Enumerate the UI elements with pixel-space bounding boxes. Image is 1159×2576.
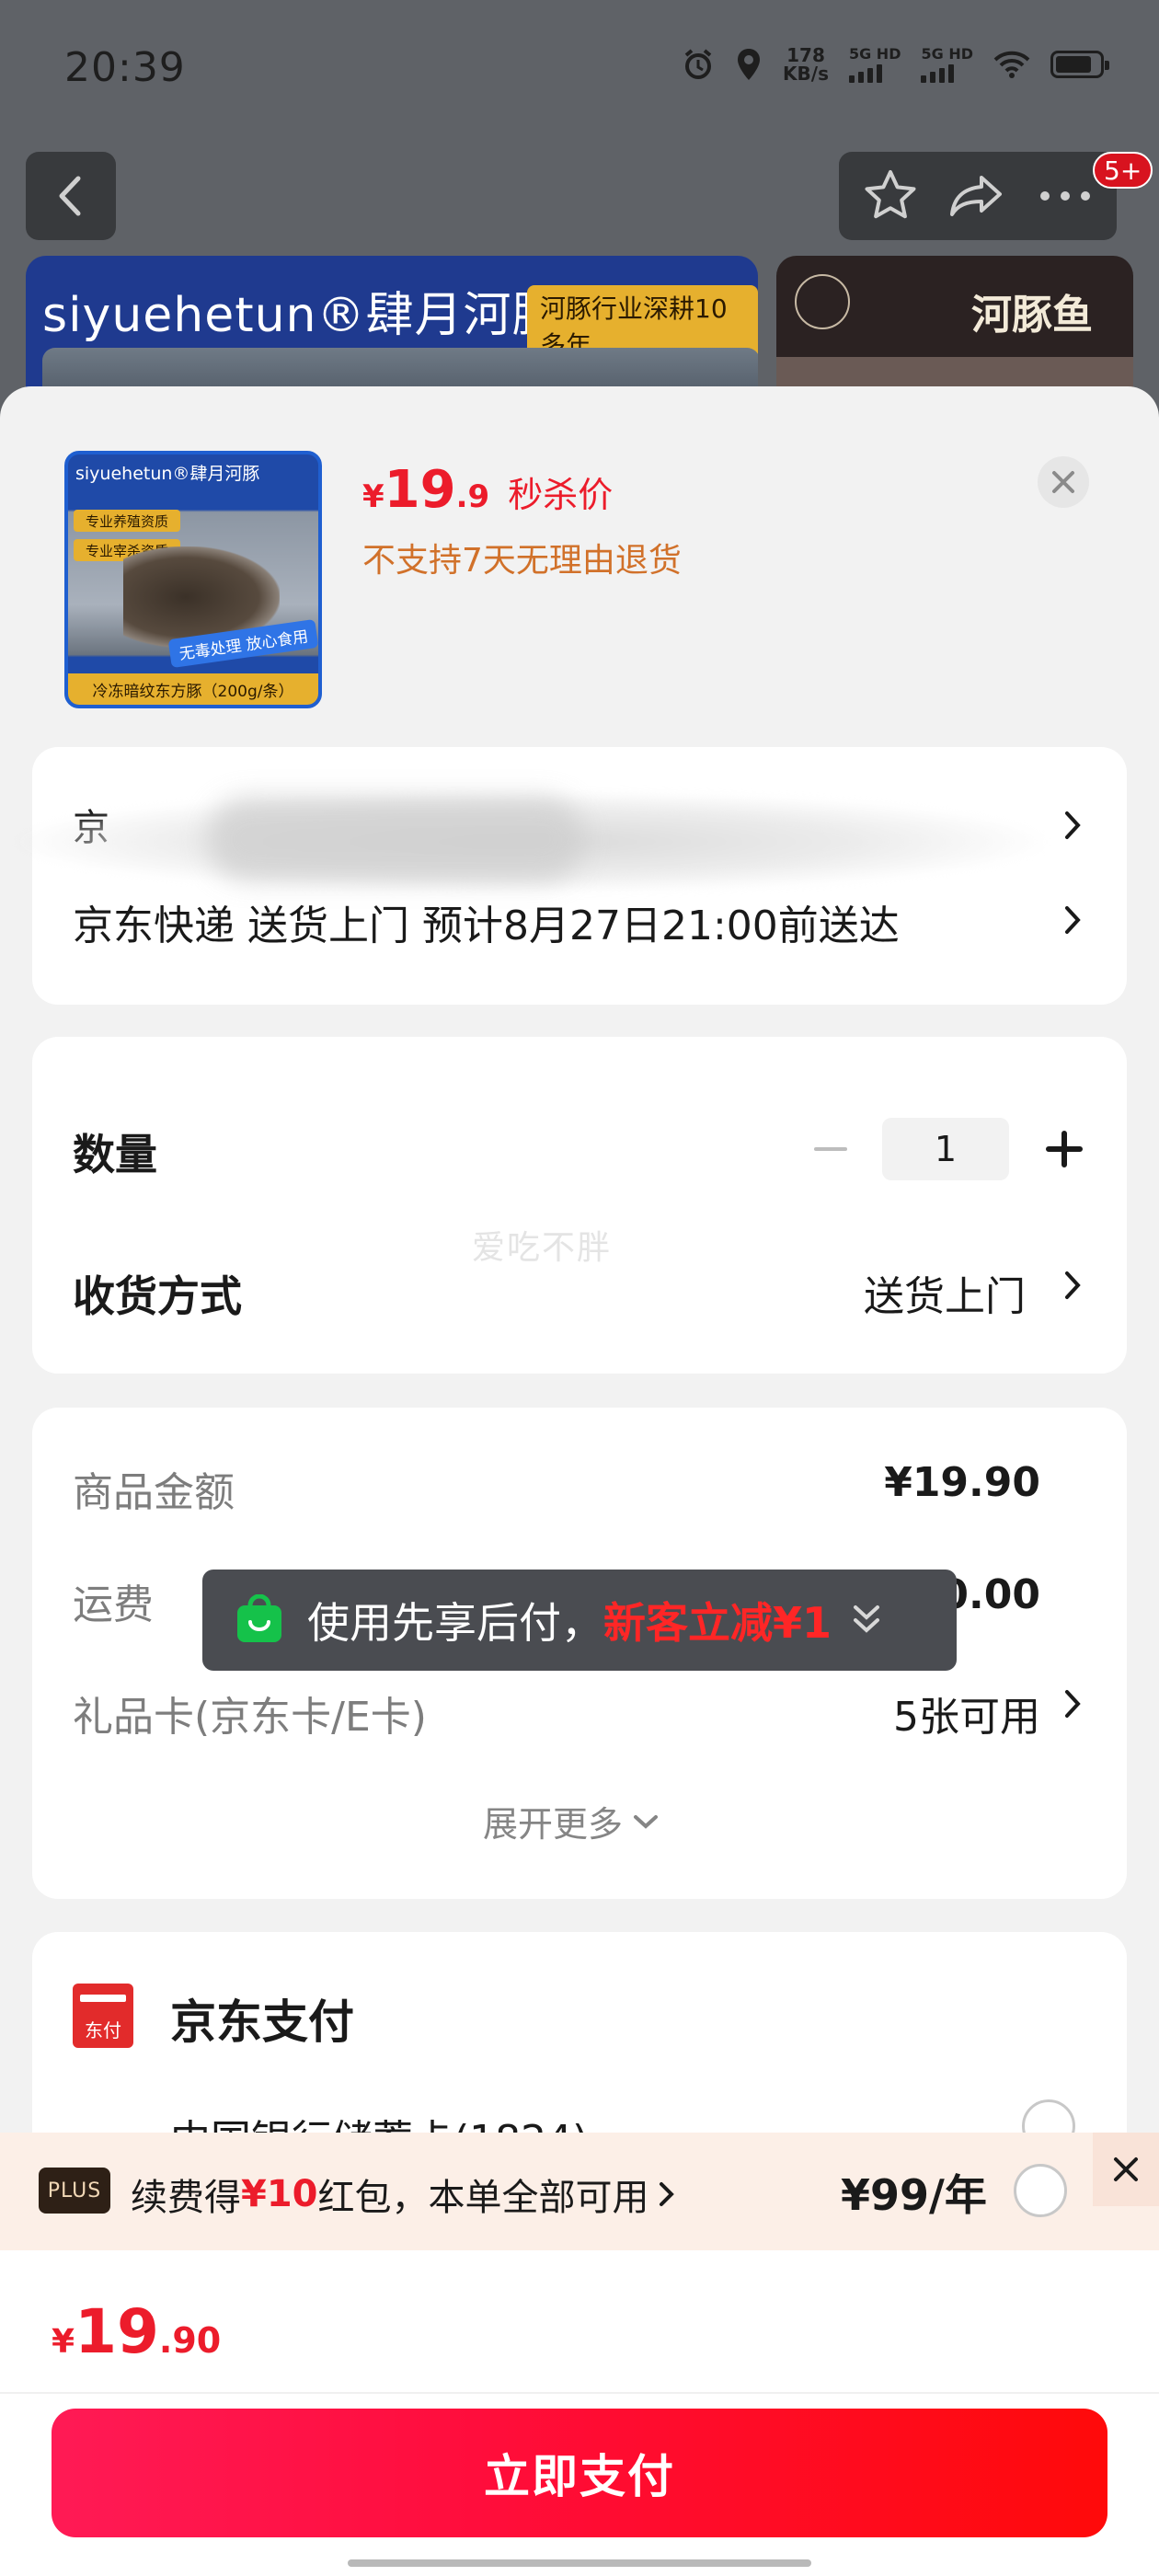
banner-brand: siyuehetun®肆月河豚 [42, 288, 561, 343]
total-price: ¥ 19 .90 [52, 2296, 222, 2367]
chevron-right-icon[interactable] [1059, 1267, 1086, 1304]
battery-icon [1050, 51, 1109, 78]
close-icon [1114, 2157, 1138, 2181]
gift-card-label: 礼品卡(京东卡/E卡) [73, 1694, 427, 1741]
more-button[interactable] [1028, 159, 1102, 233]
shopping-bag-icon [237, 1594, 281, 1642]
product-price: ¥ 19 .9 秒杀价 [362, 460, 614, 520]
product-header: siyuehetun®肆月河豚 专业养殖资质 专业宰杀资质 无毒处理 放心食用 … [0, 386, 1159, 736]
freight-label: 运费 [73, 1581, 154, 1628]
star-icon [865, 170, 916, 219]
gift-card-value[interactable]: 5张可用 [893, 1684, 1040, 1742]
goods-amount-value: ¥19.90 [884, 1459, 1040, 1506]
quantity-decrease-button[interactable] [812, 1121, 849, 1177]
chevron-left-icon [59, 176, 81, 216]
thumb-tag: 专业养殖资质 [74, 510, 180, 532]
brand-logo [795, 274, 850, 329]
options-card: 数量 1 爱吃不胖 收货方式 送货上门 [32, 1037, 1127, 1374]
status-time: 20:39 [64, 44, 186, 91]
network-speed: 178 KB/s [783, 44, 829, 85]
chevron-right-icon[interactable] [1059, 1685, 1086, 1722]
more-icon [1040, 191, 1091, 201]
home-indicator[interactable] [348, 2559, 811, 2567]
watermark: 爱吃不胖 [472, 1229, 613, 1267]
shipping-method-label: 收货方式 [73, 1271, 242, 1321]
plus-promo-bar[interactable]: PLUS 续费得 ¥10 红包，本单全部可用 ¥99/年 [0, 2133, 1159, 2250]
quantity-label: 数量 [73, 1130, 157, 1179]
return-policy: 不支持7天无理由退货 [362, 542, 682, 580]
jd-pay-icon: 东付 [73, 1984, 133, 2048]
share-icon [949, 176, 1002, 216]
minus-icon [814, 1147, 847, 1151]
address-card: 京 京东快递 送货上门 预计8月27日21:00前送达 [14, 747, 1127, 1005]
banner-title: 河豚鱼 [971, 292, 1093, 339]
status-bar: 20:39 178 KB/s 5G HD 5G HD [0, 0, 1159, 138]
shipping-method-value[interactable]: 送货上门 [864, 1263, 1026, 1322]
plus-radio[interactable] [1014, 2164, 1067, 2217]
location-icon [735, 47, 763, 82]
payment-method-name[interactable]: 京东支付 [170, 1985, 354, 2052]
favorite-button[interactable] [854, 159, 927, 233]
chevron-down-icon [634, 1814, 659, 1829]
chevron-right-icon [659, 2182, 674, 2206]
close-icon [1052, 471, 1074, 493]
plus-close-button[interactable] [1093, 2133, 1159, 2206]
toast-highlight: 新客立减¥1 [603, 1598, 832, 1648]
wifi-icon [993, 50, 1030, 79]
plus-icon [1046, 1131, 1083, 1167]
sim1-signal-icon: 5G HD [848, 46, 901, 83]
share-button[interactable] [941, 159, 1015, 233]
double-chevron-down-icon [854, 1605, 880, 1633]
product-thumbnail[interactable]: siyuehetun®肆月河豚 专业养殖资质 专业宰杀资质 无毒处理 放心食用 … [64, 451, 322, 708]
chevron-right-icon[interactable] [1059, 807, 1086, 844]
status-icons: 178 KB/s 5G HD 5G HD [682, 44, 1109, 85]
plus-promo-text[interactable]: 续费得 ¥10 红包，本单全部可用 [131, 2168, 677, 2221]
plus-badge: PLUS [39, 2168, 110, 2214]
delivery-info[interactable]: 京东快递 送货上门 预计8月27日21:00前送达 [73, 892, 900, 951]
message-badge: 5+ [1093, 152, 1153, 189]
expand-more-label: 展开更多 [483, 1804, 624, 1845]
thumb-caption: 冷冻暗纹东方豚（200g/条） [68, 673, 318, 705]
sim2-signal-icon: 5G HD [921, 46, 973, 83]
quantity-input[interactable]: 1 [882, 1118, 1009, 1180]
top-actions [839, 152, 1117, 240]
plus-price: ¥99/年 [841, 2170, 987, 2220]
back-button[interactable] [26, 152, 116, 240]
quantity-increase-button[interactable] [1037, 1120, 1092, 1179]
pay-later-toast[interactable]: 使用先享后付， 新客立减¥1 [202, 1570, 957, 1671]
thumb-brand: siyuehetun®肆月河豚 [75, 464, 260, 484]
price-tag: 秒杀价 [508, 475, 614, 515]
pay-now-button[interactable]: 立即支付 [52, 2409, 1107, 2537]
address-redaction [207, 798, 584, 880]
divider [0, 2392, 1159, 2394]
checkout-footer: ¥ 19 .90 立即支付 [0, 2250, 1159, 2576]
alarm-icon [682, 48, 715, 81]
close-sheet-button[interactable] [1038, 456, 1089, 508]
expand-more-button[interactable]: 展开更多 [483, 1796, 660, 1846]
toast-text: 使用先享后付， [307, 1598, 603, 1648]
goods-amount-label: 商品金额 [73, 1469, 235, 1516]
chevron-right-icon[interactable] [1059, 902, 1086, 938]
